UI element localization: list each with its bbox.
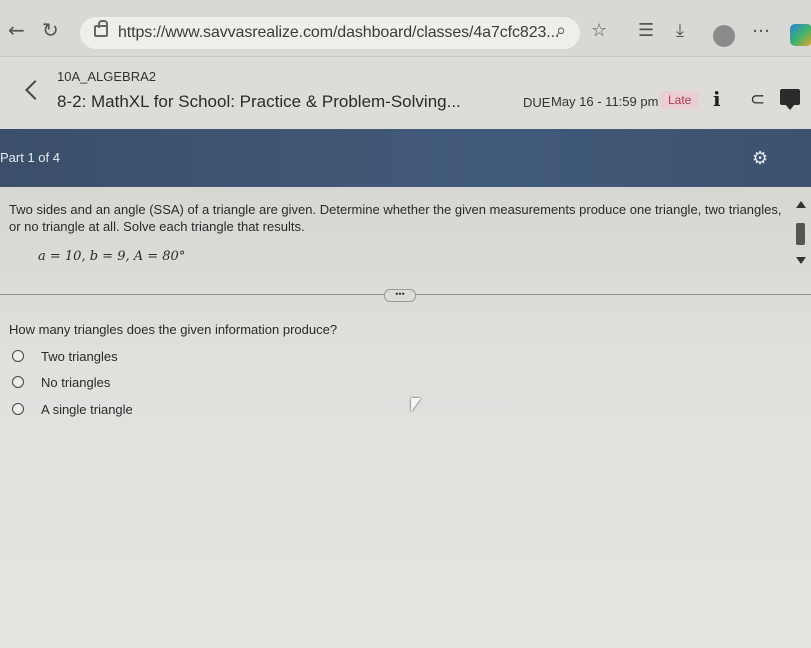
problem-statement: Two sides and an angle (SSA) of a triang… [9, 202, 782, 234]
info-icon[interactable]: i [713, 87, 721, 111]
option-label[interactable]: Two triangles [41, 349, 118, 364]
zoom-icon[interactable]: ⌕ [556, 22, 566, 40]
scroll-down-icon[interactable] [796, 257, 806, 264]
question-prompt: How many triangles does the given inform… [9, 322, 338, 337]
question-area: Two sides and an angle (SSA) of a triang… [0, 187, 811, 648]
assignment-header: 10A_ALGEBRA2 8-2: MathXL for School: Pra… [0, 57, 811, 129]
expand-handle[interactable]: ••• [384, 289, 416, 302]
part-label: Part 1 of 4 [0, 150, 60, 165]
scrollbar-thumb[interactable] [796, 223, 805, 245]
favorite-star-icon[interactable]: ☆ [591, 22, 607, 40]
browser-toolbar: ← ↻ https://www.savvasrealize.com/dashbo… [0, 0, 811, 57]
assignment-title: 8-2: MathXL for School: Practice & Probl… [57, 92, 461, 111]
paperclip-icon[interactable]: ⊂ [750, 89, 765, 110]
profile-avatar[interactable] [713, 25, 735, 47]
part-bar: Part 1 of 4 ⚙ [0, 129, 811, 187]
comment-icon[interactable] [780, 89, 800, 110]
radio-button[interactable] [12, 350, 24, 362]
gear-icon[interactable]: ⚙ [752, 148, 768, 169]
refresh-icon[interactable]: ↻ [42, 20, 59, 40]
class-code: 10A_ALGEBRA2 [57, 69, 157, 84]
option-label[interactable]: A single triangle [41, 402, 133, 417]
mouse-cursor-icon [411, 398, 421, 412]
radio-button[interactable] [12, 376, 24, 388]
lock-icon[interactable] [94, 20, 108, 37]
favorites-list-icon[interactable]: ☰ [638, 22, 654, 40]
download-icon[interactable]: ⤓ [676, 22, 684, 40]
address-bar[interactable]: https://www.savvasrealize.com/dashboard/… [80, 17, 580, 49]
scroll-up-icon[interactable] [796, 201, 806, 208]
back-arrow-icon[interactable]: ← [8, 20, 25, 40]
chevron-left-icon[interactable] [25, 80, 45, 100]
option-label[interactable]: No triangles [41, 375, 110, 390]
due-date: May 16 - 11:59 pm [551, 94, 659, 109]
radio-button[interactable] [12, 403, 24, 415]
due-label: DUE [523, 95, 551, 110]
late-badge: Late [660, 91, 700, 109]
copilot-icon[interactable] [790, 24, 811, 46]
url-text[interactable]: https://www.savvasrealize.com/dashboard/… [118, 24, 559, 42]
given-values: a = 10, b = 9, A = 80° [38, 249, 186, 264]
more-options-icon[interactable]: … [752, 18, 770, 36]
